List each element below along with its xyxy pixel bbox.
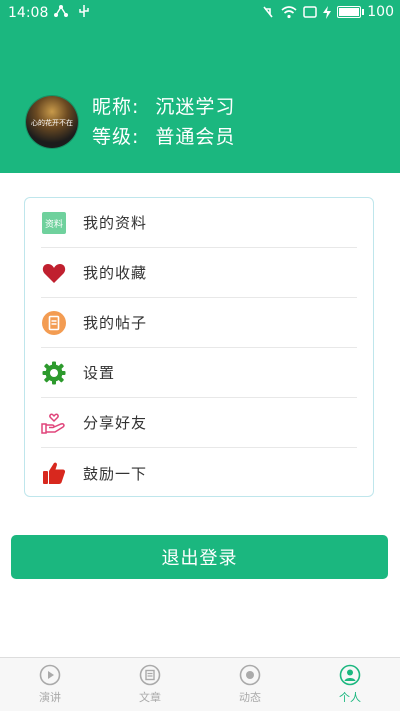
menu-item-label: 设置	[83, 364, 116, 382]
heart-icon	[41, 260, 67, 286]
post-icon	[41, 310, 67, 336]
battery-icon	[337, 6, 365, 18]
level-row: 等级: 普通会员	[92, 122, 235, 152]
charging-icon	[323, 5, 332, 19]
profile-info: 心的花开不在 昵称: 沉迷学习 等级: 普通会员	[26, 92, 235, 152]
article-icon	[139, 664, 161, 686]
profile-card-icon-text: 资料	[45, 218, 63, 230]
usb-icon	[79, 5, 90, 17]
battery-level	[339, 8, 360, 16]
nav-item-personal[interactable]: 个人	[300, 658, 400, 711]
menu-item-label: 我的帖子	[83, 314, 148, 332]
menu-item-share[interactable]: 分享好友	[41, 398, 357, 448]
notification-icons	[54, 4, 90, 22]
status-bar: 14:08 100	[0, 0, 400, 28]
profile-card-icon: 资料	[41, 210, 67, 236]
profile-screen: 14:08 100 心的花开不在 昵称: 沉迷学习 等级: 普通会员 资料 我的…	[0, 0, 400, 711]
menu-item-label: 我的资料	[83, 214, 148, 232]
share-status-icon	[54, 5, 68, 17]
mute-icon	[263, 6, 273, 18]
battery-percent: 100	[367, 4, 394, 20]
wifi-icon	[281, 5, 297, 18]
menu-item-my-profile[interactable]: 资料 我的资料	[41, 198, 357, 248]
nickname-row: 昵称: 沉迷学习	[92, 92, 235, 122]
thumbs-up-icon	[41, 460, 67, 486]
gear-icon	[41, 360, 67, 386]
nickname-value: 沉迷学习	[155, 96, 236, 118]
nav-label: 动态	[239, 691, 261, 704]
status-time: 14:08	[8, 5, 49, 21]
share-hand-icon	[41, 410, 67, 436]
menu-item-encourage[interactable]: 鼓励一下	[41, 448, 357, 498]
avatar-text: 心的花开不在	[31, 119, 73, 127]
menu-item-my-posts[interactable]: 我的帖子	[41, 298, 357, 348]
bottom-nav: 演讲 文章 动态 个人	[0, 657, 400, 711]
nav-item-speech[interactable]: 演讲	[0, 658, 100, 711]
play-icon	[39, 664, 61, 686]
profile-header: 14:08 100 心的花开不在 昵称: 沉迷学习 等级: 普通会员	[0, 0, 400, 173]
nickname-label: 昵称:	[92, 96, 140, 118]
level-value: 普通会员	[155, 126, 236, 148]
menu-item-my-favorites[interactable]: 我的收藏	[41, 248, 357, 298]
nav-item-feed[interactable]: 动态	[200, 658, 300, 711]
logout-button[interactable]: 退出登录	[11, 535, 388, 579]
person-icon	[339, 664, 361, 686]
menu-item-label: 我的收藏	[83, 264, 148, 282]
menu-item-label: 鼓励一下	[83, 464, 148, 483]
status-right-icons: 100	[261, 4, 394, 20]
nav-label: 个人	[339, 691, 361, 704]
nav-item-articles[interactable]: 文章	[100, 658, 200, 711]
menu-item-label: 分享好友	[83, 414, 148, 432]
avatar[interactable]: 心的花开不在	[26, 96, 78, 148]
feed-icon	[239, 664, 261, 686]
nav-label: 演讲	[39, 691, 61, 704]
profile-text: 昵称: 沉迷学习 等级: 普通会员	[92, 92, 235, 152]
menu-item-settings[interactable]: 设置	[41, 348, 357, 398]
nav-label: 文章	[139, 691, 161, 704]
level-label: 等级:	[92, 126, 140, 148]
menu-card: 资料 我的资料 我的收藏 我的帖子 设置 分享好友 鼓励一下	[24, 197, 374, 497]
screen-icon	[303, 6, 318, 18]
